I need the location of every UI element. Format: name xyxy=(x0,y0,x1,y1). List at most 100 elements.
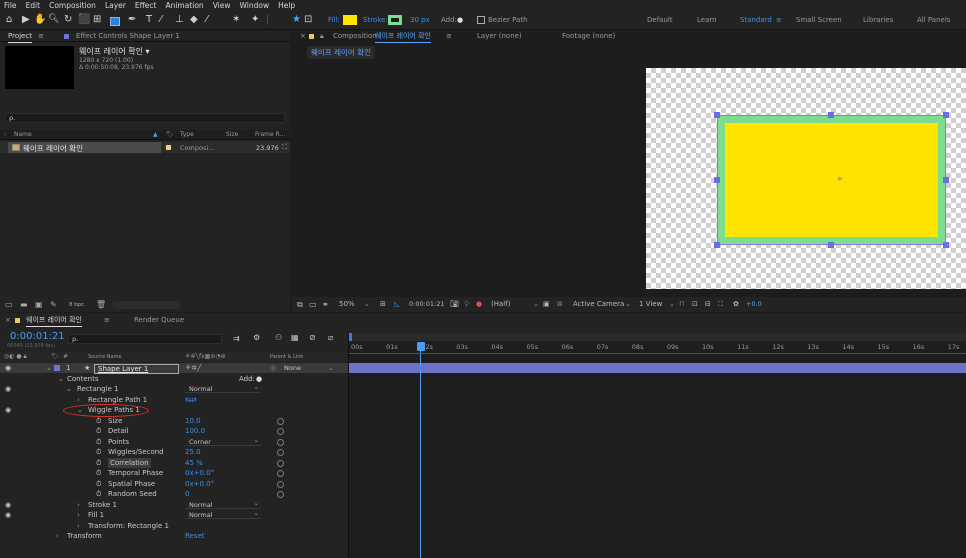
zoom-tool-icon[interactable]: 🔍︎ xyxy=(48,14,59,24)
transform-handle[interactable] xyxy=(714,112,720,118)
selection-tool-icon[interactable]: ▶ xyxy=(22,14,30,25)
contents-expand-icon[interactable]: ⌄ xyxy=(58,374,64,384)
views-chevron-icon[interactable]: ⌄ xyxy=(669,297,675,312)
close-tab-icon[interactable]: × xyxy=(300,31,306,42)
property-row[interactable]: › Transform Reset xyxy=(0,531,348,542)
safe-area-icon[interactable]: ⊞ xyxy=(380,297,386,312)
transparency-grid-icon[interactable]: ⊠ xyxy=(557,297,563,312)
camera-tool-icon[interactable]: ⬛ xyxy=(78,14,90,25)
property-dropdown[interactable]: Normal xyxy=(185,383,261,393)
chevron-right-icon[interactable]: › xyxy=(77,521,80,532)
label-col-icon[interactable]: 🏷︎ xyxy=(166,130,174,140)
close-timeline-icon[interactable]: × xyxy=(5,315,11,326)
views-dropdown[interactable]: 1 View xyxy=(639,297,662,312)
add-icon[interactable]: ● xyxy=(457,16,463,24)
sort-icon[interactable]: ▲ xyxy=(153,130,158,140)
layer-expand-icon[interactable]: ⌄ xyxy=(46,363,52,373)
always-preview-icon[interactable]: ⧉ xyxy=(297,297,303,312)
pan-behind-tool-icon[interactable]: ⊞ xyxy=(93,14,101,25)
visibility-icon[interactable]: ◉ xyxy=(5,405,11,416)
pen-tool-icon[interactable]: ✒ xyxy=(128,14,136,25)
timeline-search-input[interactable]: ρ. xyxy=(68,334,222,344)
region-of-interest-icon[interactable]: ▣ xyxy=(543,297,550,312)
stopwatch-icon[interactable]: ⏱ xyxy=(96,468,101,479)
zoom-dropdown[interactable]: 50% xyxy=(339,297,355,312)
workspace-small-screen[interactable]: Small Screen xyxy=(796,16,842,24)
pickwhip-icon[interactable]: ◎ xyxy=(270,363,276,373)
tab-footage[interactable]: Footage (none) xyxy=(562,31,615,42)
toggle-pixel-icon[interactable]: ⊓ xyxy=(679,297,684,312)
transform-handle[interactable] xyxy=(714,177,720,183)
flowchart-icon[interactable]: ⛶ xyxy=(718,297,723,312)
parent-chevron-icon[interactable]: ⌄ xyxy=(328,363,334,373)
puppet-tool-icon[interactable]: ✶ xyxy=(232,14,240,25)
layer-switches[interactable]: ⚘✲╱ xyxy=(185,363,201,373)
comp-timecode[interactable]: 0:00:01:21 xyxy=(409,297,445,312)
interpret-footage-icon[interactable]: ▭ xyxy=(5,298,13,312)
property-value[interactable]: 0x+0.0° xyxy=(185,468,214,479)
menu-help[interactable]: Help xyxy=(278,0,295,11)
draft-3d-icon[interactable]: ⚙ xyxy=(253,333,260,342)
workspace-libraries[interactable]: Libraries xyxy=(863,16,893,24)
camera-dropdown[interactable]: Active Camera xyxy=(573,297,624,312)
expression-pickwhip-icon[interactable] xyxy=(277,480,284,488)
expression-pickwhip-icon[interactable] xyxy=(277,449,284,456)
timeline-menu-icon[interactable]: ≡ xyxy=(104,315,110,326)
visibility-icon[interactable]: ◉ xyxy=(5,384,11,395)
property-dropdown[interactable]: Normal xyxy=(185,499,261,509)
work-area-start[interactable] xyxy=(349,333,352,341)
puppet-pin-tool-icon[interactable]: ✦ xyxy=(251,14,259,25)
col-parent-link[interactable]: Parent & Link xyxy=(270,352,303,362)
timeline-graph[interactable]: 00s 01s 02s 03s 04s 05s 06s 07s 08s 09s 10s 11s 12s 1… xyxy=(348,333,966,558)
camera-chevron-icon[interactable]: ⌄ xyxy=(625,297,631,312)
comp-name[interactable]: 웨이프 레이어 확인 ▾ xyxy=(79,46,150,57)
tab-timeline[interactable]: 웨이프 레이어 확인 xyxy=(26,315,82,327)
workspace-default[interactable]: Default xyxy=(647,16,673,24)
tab-render-queue[interactable]: Render Queue xyxy=(134,315,184,326)
property-value[interactable]: 100.0 xyxy=(185,426,205,437)
chevron-right-icon[interactable]: › xyxy=(56,531,59,542)
expression-pickwhip-icon[interactable] xyxy=(277,428,284,435)
expression-pickwhip-icon[interactable] xyxy=(277,470,284,477)
property-dropdown[interactable]: Corner xyxy=(185,436,261,446)
property-row[interactable]: ⏱ Random Seed 0 xyxy=(0,489,348,500)
stopwatch-icon[interactable]: ⏱ xyxy=(96,479,101,490)
hand-tool-icon[interactable]: ✋ xyxy=(34,14,46,25)
col-name[interactable]: Name xyxy=(14,130,32,140)
col-frame-rate[interactable]: Frame R... xyxy=(255,130,285,140)
property-row[interactable]: ◉ ⌄ Wiggle Paths 1 xyxy=(0,405,348,416)
expression-pickwhip-icon[interactable] xyxy=(277,438,284,446)
project-item-name[interactable]: 웨이프 레이어 확인 xyxy=(23,143,83,154)
property-value[interactable]: Reset xyxy=(185,531,205,542)
property-row[interactable]: ⏱ Spatial Phase 0x+0.0° xyxy=(0,479,348,490)
property-row[interactable]: ⏱ Detail 100.0 xyxy=(0,426,348,437)
stroke-label[interactable]: Stroke: xyxy=(363,16,388,24)
shy-icon[interactable]: ⚇ xyxy=(275,333,282,342)
show-snapshot-icon[interactable]: ⚲ xyxy=(464,297,469,312)
transform-handle[interactable] xyxy=(828,242,834,248)
workspace-menu-icon[interactable]: ≡ xyxy=(776,16,782,24)
expression-pickwhip-icon[interactable] xyxy=(277,417,284,425)
menu-animation[interactable]: Animation xyxy=(165,0,203,11)
tab-composition[interactable]: 웨이프 레이어 확인 xyxy=(375,31,431,43)
new-comp-icon[interactable]: ▣ xyxy=(35,298,43,312)
layer-name[interactable]: Shape Layer 1 xyxy=(94,364,179,374)
expression-pickwhip-icon[interactable] xyxy=(277,491,284,498)
type-tool-icon[interactable]: T xyxy=(146,14,152,25)
layer-row[interactable]: ◉ ⌄ 1 ★ Shape Layer 1 ⚘✲╱ ◎ None ⌄ xyxy=(0,363,348,374)
stopwatch-icon[interactable]: ⏱ xyxy=(96,416,101,427)
label-color[interactable] xyxy=(166,145,171,150)
clone-stamp-tool-icon[interactable]: ⊥ xyxy=(175,14,184,25)
stopwatch-icon[interactable]: ⏱ xyxy=(96,489,101,500)
property-row[interactable]: ⏱ Points Corner xyxy=(0,436,348,448)
menu-edit[interactable]: Edit xyxy=(26,0,41,11)
vr-icon[interactable]: ⚭ xyxy=(322,297,329,312)
layer-visibility-icon[interactable]: ◉ xyxy=(5,363,11,373)
tab-layer[interactable]: Layer (none) xyxy=(477,31,522,42)
bezier-path-checkbox[interactable] xyxy=(477,16,485,24)
tab-project[interactable]: Project xyxy=(8,31,32,43)
property-row[interactable]: ⏱ Wiggles/Second 25.0 xyxy=(0,447,348,458)
contents-row[interactable]: ⌄ Contents Add: ● xyxy=(0,374,348,384)
roto-brush-tool-icon[interactable]: ⁄ xyxy=(206,14,208,25)
menu-file[interactable]: File xyxy=(4,0,17,11)
